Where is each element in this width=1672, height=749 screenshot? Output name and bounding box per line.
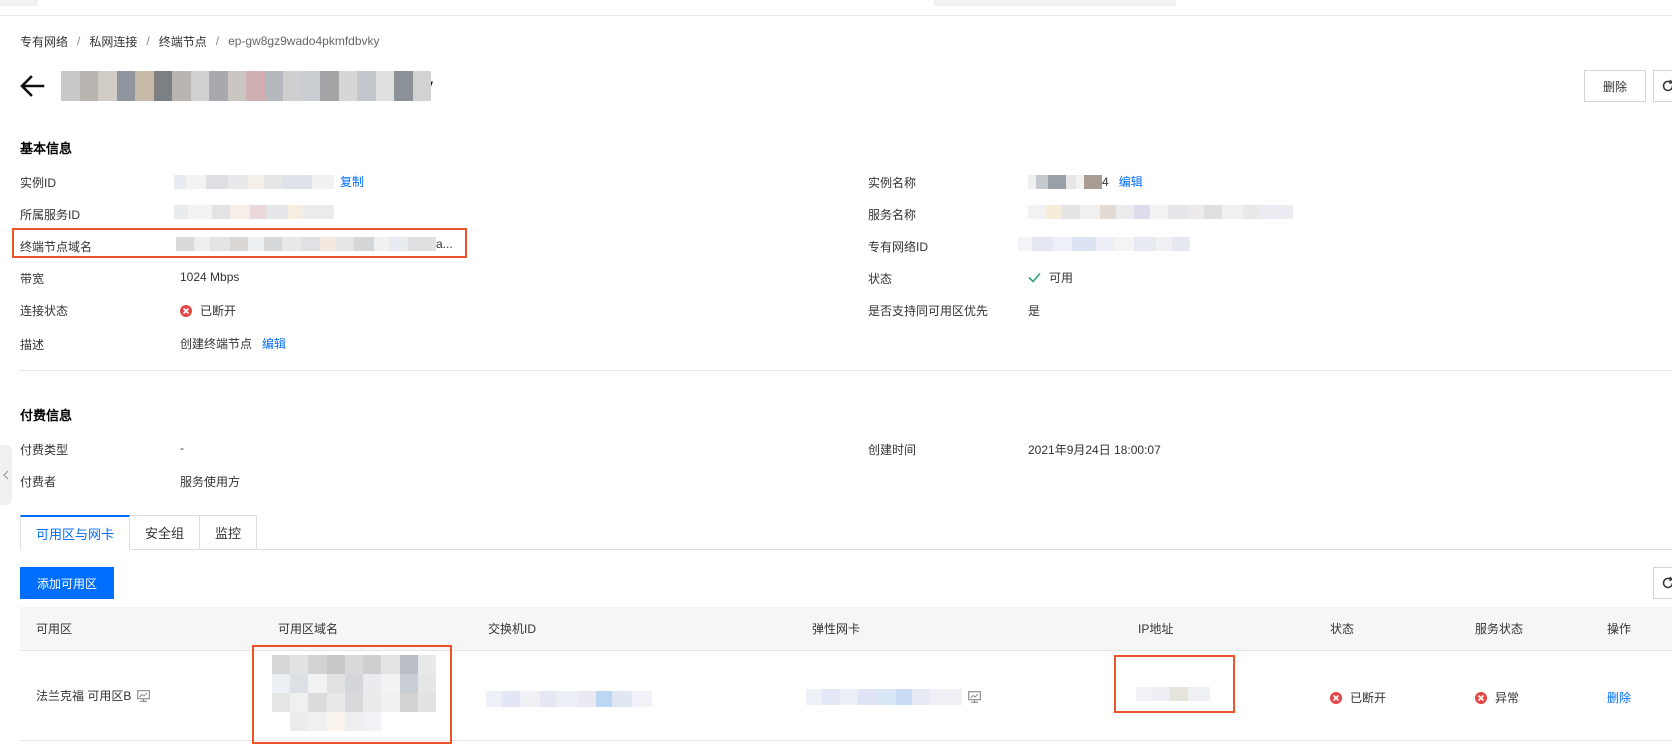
tabs-baseline [20, 549, 1672, 550]
breadcrumb-separator: / [215, 34, 220, 48]
chevron-left-icon [3, 470, 9, 480]
add-zone-button[interactable]: 添加可用区 [20, 567, 114, 599]
label-created-time: 创建时间 [868, 443, 917, 457]
error-icon [1330, 691, 1342, 704]
value-service-id [174, 205, 334, 219]
highlight-zone-domain [252, 645, 452, 744]
section-title-basic: 基本信息 [20, 141, 73, 156]
table-refresh-button[interactable] [1653, 567, 1672, 599]
cell-zone: 法兰克福 可用区B [36, 687, 151, 704]
highlight-endpoint-domain [12, 228, 467, 258]
label-service-id: 所属服务ID [20, 208, 81, 222]
tab-security-groups[interactable]: 安全组 [130, 515, 201, 550]
column-header-status: 状态 [1330, 622, 1355, 636]
redacted-value [1028, 174, 1102, 189]
value-service-name [1028, 205, 1293, 219]
redacted-value [1028, 205, 1293, 219]
detail-tabs: 可用区与网卡 安全组 监控 [20, 515, 258, 550]
description-text: 创建终端节点 [180, 337, 253, 351]
value-description: 创建终端节点 编辑 [180, 335, 286, 352]
top-bar-segment [934, 0, 1176, 6]
value-bandwidth: 1024 Mbps [180, 270, 240, 284]
value-connection-status: 已断开 [180, 302, 236, 319]
value-instance-name: 4 编辑 [1028, 173, 1143, 190]
redacted-value [174, 205, 334, 219]
refresh-icon [1662, 576, 1672, 589]
value-instance-id: 复制 [174, 173, 364, 190]
error-icon [180, 304, 192, 317]
tab-monitoring[interactable]: 监控 [200, 515, 258, 550]
breadcrumb-item-current: ep-gw8gz9wado4pkmfdbvky [228, 34, 380, 48]
breadcrumb-item-vpc[interactable]: 专有网络 [20, 33, 68, 50]
cell-eni [806, 689, 981, 705]
back-arrow-icon[interactable] [18, 72, 46, 100]
delete-button[interactable]: 删除 [1584, 70, 1646, 102]
value-vpc-id [1018, 237, 1190, 251]
service-status-text: 异常 [1495, 691, 1520, 705]
zone-name: 法兰克福 可用区B [36, 689, 132, 703]
label-payer: 付费者 [20, 475, 57, 489]
column-header-vswitch-id: 交换机ID [488, 622, 537, 636]
sidebar-collapse-handle[interactable] [0, 445, 12, 505]
breadcrumb-item-endpoints[interactable]: 终端节点 [159, 33, 207, 50]
breadcrumb-item-privatelink[interactable]: 私网连接 [89, 33, 137, 50]
breadcrumb-separator: / [77, 34, 81, 48]
value-billing-type: - [180, 441, 184, 455]
column-header-zone: 可用区 [36, 622, 73, 636]
label-vpc-id: 专有网络ID [868, 240, 929, 254]
redacted-value [174, 174, 334, 189]
value-zone-affinity: 是 [1028, 304, 1041, 318]
refresh-button[interactable] [1653, 70, 1672, 102]
label-instance-id: 实例ID [20, 176, 57, 190]
top-bar [0, 0, 1672, 16]
cell-status: 已断开 [1330, 689, 1386, 706]
status-text: 可用 [1049, 271, 1074, 285]
monitor-icon[interactable] [137, 689, 151, 702]
row-status-text: 已断开 [1350, 691, 1387, 705]
refresh-icon [1662, 79, 1672, 92]
title-redaction [61, 71, 431, 101]
check-icon [1028, 272, 1041, 283]
label-status: 状态 [868, 272, 893, 286]
section-title-billing: 付费信息 [20, 408, 73, 423]
label-service-name: 服务名称 [868, 208, 917, 222]
redacted-value [806, 689, 962, 705]
label-description: 描述 [20, 338, 45, 352]
tab-zones-and-enis[interactable]: 可用区与网卡 [20, 515, 131, 550]
label-bandwidth: 带宽 [20, 272, 45, 286]
cell-vswitch-id [486, 691, 652, 707]
column-header-ip-address: IP地址 [1138, 622, 1174, 636]
edit-instance-name-link[interactable]: 编辑 [1119, 173, 1143, 190]
copy-link[interactable]: 复制 [340, 173, 364, 190]
redacted-value [486, 691, 652, 707]
label-connection-status: 连接状态 [20, 304, 69, 318]
edit-description-link[interactable]: 编辑 [262, 335, 286, 352]
value-payer: 服务使用方 [180, 475, 241, 489]
column-header-actions: 操作 [1607, 622, 1632, 636]
label-billing-type: 付费类型 [20, 443, 69, 457]
breadcrumb: 专有网络 / 私网连接 / 终端节点 / ep-gw8gz9wado4pkmfd… [20, 33, 380, 49]
value-status: 可用 [1028, 269, 1073, 286]
column-header-eni: 弹性网卡 [812, 622, 861, 636]
error-icon [1475, 691, 1487, 704]
connection-status-text: 已断开 [200, 304, 237, 318]
value-created-time: 2021年9月24日 18:00:07 [1028, 443, 1161, 457]
monitor-icon[interactable] [968, 691, 981, 703]
label-zone-affinity: 是否支持同可用区优先 [868, 304, 989, 318]
top-bar-segment [0, 0, 38, 6]
row-delete-link[interactable]: 删除 [1607, 689, 1631, 706]
instance-name-tail: 4 [1102, 174, 1109, 189]
column-header-service-status: 服务状态 [1475, 622, 1524, 636]
redacted-value [1018, 237, 1190, 251]
label-instance-name: 实例名称 [868, 176, 917, 190]
breadcrumb-separator: / [146, 34, 150, 48]
cell-service-status: 异常 [1475, 689, 1519, 706]
highlight-ip-address [1114, 655, 1235, 713]
section-divider [20, 370, 1672, 371]
